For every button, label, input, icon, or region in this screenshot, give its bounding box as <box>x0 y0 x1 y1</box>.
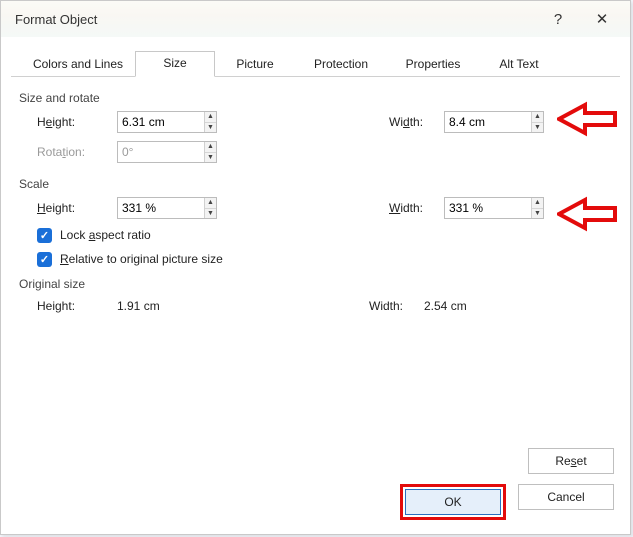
input-height[interactable]: ▲ ▼ <box>117 111 217 133</box>
label-height: Height: <box>37 115 117 129</box>
spin-up-icon: ▲ <box>205 142 216 153</box>
row-height-width: Height: ▲ ▼ Width: ▲ ▼ <box>17 107 614 137</box>
help-button[interactable]: ? <box>536 5 580 33</box>
input-scale-width-field[interactable] <box>445 198 531 218</box>
ok-button[interactable]: OK <box>405 489 501 515</box>
spin-up-icon[interactable]: ▲ <box>532 112 543 123</box>
row-lock-aspect: Lock aspect ratio <box>17 223 614 247</box>
spin-down-icon: ▼ <box>205 153 216 163</box>
row-rotation: Rotation: ▲ ▼ <box>17 137 614 167</box>
spin-up-icon[interactable]: ▲ <box>205 198 216 209</box>
input-scale-width[interactable]: ▲ ▼ <box>444 197 544 219</box>
spin-down-icon[interactable]: ▼ <box>205 209 216 219</box>
spin-up-icon[interactable]: ▲ <box>532 198 543 209</box>
tab-body: Size and rotate Height: ▲ ▼ Width: ▲ ▼ R… <box>1 77 630 319</box>
ok-cancel-bar: OK Cancel <box>400 484 614 520</box>
group-original-size: Original size <box>19 277 614 291</box>
row-relative-original: Relative to original picture size <box>17 247 614 271</box>
reset-bar: Reset <box>528 448 614 474</box>
spin-down-icon[interactable]: ▼ <box>532 209 543 219</box>
label-width: Width: <box>389 115 444 129</box>
format-object-dialog: Format Object ? ✕ Colors and Lines Size … <box>0 0 631 535</box>
label-lock-aspect: Lock aspect ratio <box>60 228 151 242</box>
row-scale: Height: ▲ ▼ Width: ▲ ▼ <box>17 193 614 223</box>
checkbox-lock-aspect[interactable] <box>37 228 52 243</box>
spin-down-icon[interactable]: ▼ <box>205 123 216 133</box>
dialog-title: Format Object <box>15 12 536 27</box>
label-orig-width: Width: <box>369 299 424 313</box>
spin-up-icon[interactable]: ▲ <box>205 112 216 123</box>
input-scale-height-field[interactable] <box>118 198 204 218</box>
label-orig-height: Height: <box>37 299 117 313</box>
label-relative-original: Relative to original picture size <box>60 252 223 266</box>
group-size-and-rotate: Size and rotate <box>19 91 614 105</box>
reset-button[interactable]: Reset <box>528 448 614 474</box>
input-rotation-field <box>118 142 204 162</box>
tab-alt-text[interactable]: Alt Text <box>479 52 559 77</box>
tab-properties[interactable]: Properties <box>387 52 479 77</box>
group-scale: Scale <box>19 177 614 191</box>
spin-down-icon[interactable]: ▼ <box>532 123 543 133</box>
value-orig-height: 1.91 cm <box>117 299 217 313</box>
input-rotation: ▲ ▼ <box>117 141 217 163</box>
checkbox-relative-original[interactable] <box>37 252 52 267</box>
input-width[interactable]: ▲ ▼ <box>444 111 544 133</box>
tabstrip: Colors and Lines Size Picture Protection… <box>1 37 630 77</box>
tab-size[interactable]: Size <box>135 51 215 77</box>
spin-rotation: ▲ ▼ <box>204 142 216 162</box>
cancel-button[interactable]: Cancel <box>518 484 614 510</box>
label-scale-width: Width: <box>389 201 444 215</box>
input-height-field[interactable] <box>118 112 204 132</box>
spin-width[interactable]: ▲ ▼ <box>531 112 543 132</box>
input-width-field[interactable] <box>445 112 531 132</box>
annotation-ok-highlight: OK <box>400 484 506 520</box>
tab-picture[interactable]: Picture <box>215 52 295 77</box>
value-orig-width: 2.54 cm <box>424 299 524 313</box>
label-scale-height: Height: <box>37 201 117 215</box>
input-scale-height[interactable]: ▲ ▼ <box>117 197 217 219</box>
close-button[interactable]: ✕ <box>580 5 624 33</box>
spin-height[interactable]: ▲ ▼ <box>204 112 216 132</box>
tab-protection[interactable]: Protection <box>295 52 387 77</box>
titlebar: Format Object ? ✕ <box>1 1 630 37</box>
tab-colors-and-lines[interactable]: Colors and Lines <box>21 52 135 77</box>
row-original-size: Height: 1.91 cm Width: 2.54 cm <box>17 293 614 319</box>
spin-scale-width[interactable]: ▲ ▼ <box>531 198 543 218</box>
label-rotation: Rotation: <box>37 145 117 159</box>
spin-scale-height[interactable]: ▲ ▼ <box>204 198 216 218</box>
